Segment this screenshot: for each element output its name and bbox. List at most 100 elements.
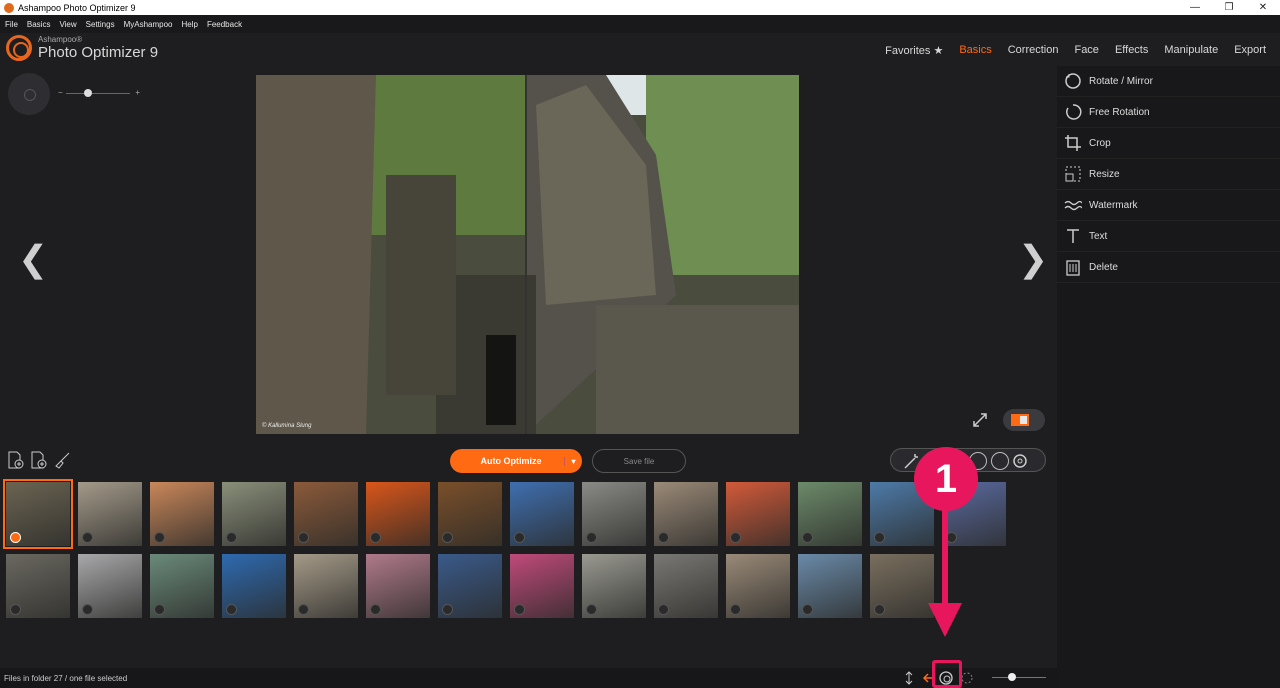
tab-export[interactable]: Export	[1234, 44, 1266, 57]
select-checkbox[interactable]	[82, 604, 93, 615]
select-checkbox[interactable]	[658, 532, 669, 543]
thumbnail[interactable]	[438, 482, 502, 546]
auto-optimize-label: Auto Optimize	[480, 456, 542, 466]
thumbnail[interactable]	[78, 554, 142, 618]
tool-watermark[interactable]: Watermark	[1057, 190, 1280, 221]
select-checkbox[interactable]	[226, 532, 237, 543]
minimize-button[interactable]: —	[1178, 0, 1212, 15]
compare-split-line[interactable]	[525, 75, 527, 434]
next-image-button[interactable]: ❯	[1018, 238, 1048, 280]
photo-preview[interactable]: © Kallumina Slung	[256, 75, 799, 434]
select-checkbox[interactable]	[154, 532, 165, 543]
tool-crop[interactable]: Crop	[1057, 128, 1280, 159]
tab-face[interactable]: Face	[1074, 44, 1098, 57]
refresh-icon[interactable]	[960, 671, 974, 685]
clean-brush-icon[interactable]	[53, 451, 71, 469]
thumbnail[interactable]	[582, 482, 646, 546]
thumbnail[interactable]	[510, 482, 574, 546]
thumbnail[interactable]	[78, 482, 142, 546]
auto-optimize-button[interactable]: Auto Optimize ▾	[450, 449, 582, 473]
menu-basics[interactable]: Basics	[27, 20, 51, 29]
gear-icon[interactable]	[1011, 452, 1029, 470]
select-checkbox[interactable]	[874, 604, 885, 615]
thumbnail[interactable]	[726, 554, 790, 618]
thumbnail[interactable]	[582, 554, 646, 618]
thumbnail[interactable]	[654, 554, 718, 618]
zoom-in-icon[interactable]: +	[135, 88, 140, 97]
select-checkbox[interactable]	[874, 532, 885, 543]
thumbnail[interactable]	[294, 482, 358, 546]
menu-settings[interactable]: Settings	[86, 20, 115, 29]
save-file-button[interactable]: Save file	[592, 449, 686, 473]
zoom-out-icon[interactable]: −	[58, 88, 63, 97]
zoom-slider[interactable]: − +	[58, 88, 140, 98]
thumbnail[interactable]	[438, 554, 502, 618]
add-file-icon[interactable]	[6, 451, 24, 469]
menu-view[interactable]: View	[59, 20, 76, 29]
tab-effects[interactable]: Effects	[1115, 44, 1148, 57]
select-checkbox[interactable]	[730, 532, 741, 543]
menu-myashampoo[interactable]: MyAshampoo	[124, 20, 173, 29]
select-checkbox[interactable]	[442, 604, 453, 615]
tab-correction[interactable]: Correction	[1008, 44, 1059, 57]
select-checkbox[interactable]	[586, 604, 597, 615]
select-checkbox[interactable]	[730, 604, 741, 615]
zoom-knob[interactable]	[84, 89, 92, 97]
close-button[interactable]: ✕	[1246, 0, 1280, 15]
thumbnail[interactable]	[222, 482, 286, 546]
thumbnail-size-knob[interactable]	[1008, 673, 1016, 681]
thumbnail[interactable]	[150, 482, 214, 546]
menu-help[interactable]: Help	[181, 20, 197, 29]
tab-basics[interactable]: Basics	[959, 44, 991, 57]
thumbnail[interactable]	[798, 482, 862, 546]
tool-delete[interactable]: Delete	[1057, 252, 1280, 283]
tool-rotate-mirror[interactable]: Rotate / Mirror	[1057, 66, 1280, 97]
compare-view-button[interactable]	[1003, 409, 1045, 431]
annotation-step-badge: 1	[914, 447, 978, 511]
tool-resize[interactable]: Resize	[1057, 159, 1280, 190]
thumbnail[interactable]	[222, 554, 286, 618]
select-checkbox[interactable]	[10, 532, 21, 543]
select-checkbox[interactable]	[298, 604, 309, 615]
thumbnail[interactable]	[366, 554, 430, 618]
thumbnail[interactable]	[510, 554, 574, 618]
tab-manipulate[interactable]: Manipulate	[1164, 44, 1218, 57]
thumbnail[interactable]	[870, 554, 934, 618]
select-checkbox[interactable]	[82, 532, 93, 543]
thumbnail[interactable]	[6, 554, 70, 618]
thumbnail[interactable]	[3, 479, 73, 549]
select-checkbox[interactable]	[514, 604, 525, 615]
maximize-button[interactable]: ❐	[1212, 0, 1246, 15]
select-checkbox[interactable]	[802, 532, 813, 543]
thumbnail[interactable]	[654, 482, 718, 546]
select-checkbox[interactable]	[586, 532, 597, 543]
tool-text[interactable]: Text	[1057, 221, 1280, 252]
thumbnail[interactable]	[366, 482, 430, 546]
select-checkbox[interactable]	[802, 604, 813, 615]
rotate-right-icon[interactable]	[991, 452, 1009, 470]
fullscreen-icon[interactable]	[972, 412, 988, 428]
thumbnail[interactable]	[294, 554, 358, 618]
pan-control[interactable]	[8, 73, 50, 115]
select-checkbox[interactable]	[10, 604, 21, 615]
add-folder-icon[interactable]	[29, 451, 47, 469]
select-checkbox[interactable]	[514, 532, 525, 543]
select-checkbox[interactable]	[226, 604, 237, 615]
thumbnail[interactable]	[150, 554, 214, 618]
thumbnail-size-slider[interactable]	[992, 673, 1046, 681]
tab-favorites[interactable]: Favorites ★	[885, 44, 943, 57]
select-checkbox[interactable]	[370, 532, 381, 543]
select-checkbox[interactable]	[154, 604, 165, 615]
menu-file[interactable]: File	[5, 20, 18, 29]
thumbnail[interactable]	[798, 554, 862, 618]
select-checkbox[interactable]	[442, 532, 453, 543]
select-checkbox[interactable]	[658, 604, 669, 615]
menu-feedback[interactable]: Feedback	[207, 20, 242, 29]
sort-vertical-icon[interactable]	[902, 671, 916, 685]
select-checkbox[interactable]	[370, 604, 381, 615]
tool-free-rotation[interactable]: Free Rotation	[1057, 97, 1280, 128]
thumbnail[interactable]	[726, 482, 790, 546]
select-checkbox[interactable]	[298, 532, 309, 543]
chevron-down-icon[interactable]: ▾	[564, 456, 582, 466]
previous-image-button[interactable]: ❮	[18, 238, 48, 280]
